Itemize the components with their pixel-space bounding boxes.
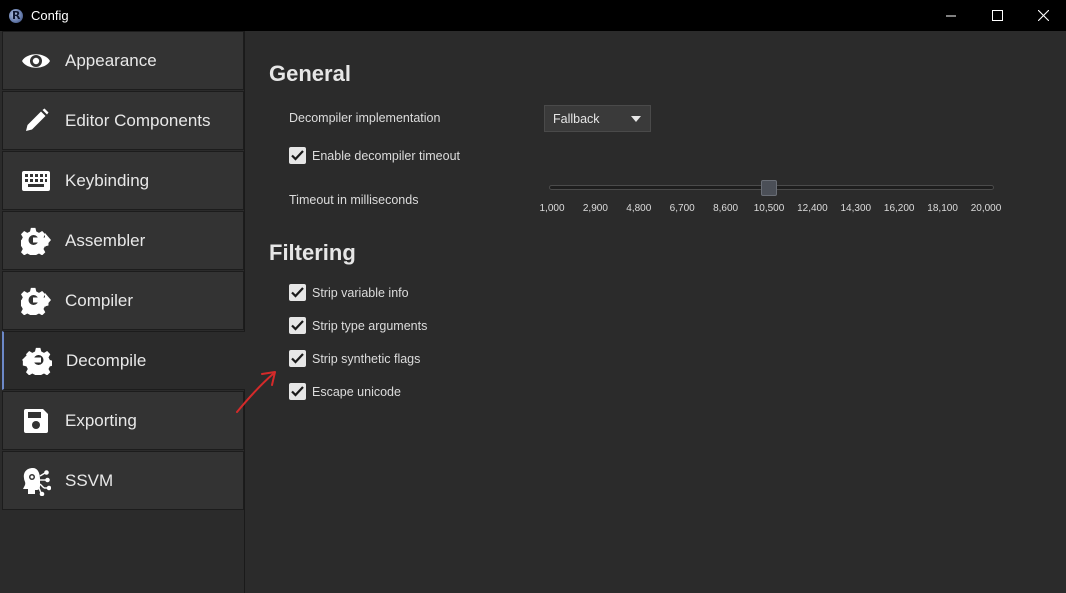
enable-timeout-checkbox-row[interactable]: Enable decompiler timeout (289, 147, 460, 164)
enable-timeout-checkbox[interactable] (289, 147, 306, 164)
minimize-icon (945, 15, 956, 17)
annotation-arrow-icon (236, 371, 276, 413)
decompiler-implementation-dropdown[interactable]: Fallback (544, 105, 651, 132)
minimize-button[interactable] (928, 0, 974, 31)
sidebar-item-label: SSVM (65, 470, 114, 490)
sidebar-item-assembler[interactable]: Assembler (2, 211, 244, 270)
sidebar-item-label: Assembler (65, 230, 146, 250)
checkmark-icon (291, 150, 304, 161)
timeout-slider-thumb[interactable] (761, 180, 777, 196)
checkmark-icon (291, 386, 304, 397)
sidebar-item-label: Exporting (65, 410, 137, 430)
sidebar-item-compiler[interactable]: Compiler (2, 271, 244, 330)
brain-circuit-icon (20, 465, 52, 497)
strip-variable-info-checkbox[interactable] (289, 284, 306, 301)
checkbox-label: Strip variable info (312, 285, 409, 300)
floppy-disk-icon (20, 405, 52, 437)
close-button[interactable] (1020, 0, 1066, 31)
strip-type-arguments-row[interactable]: Strip type arguments (289, 317, 427, 334)
gear-arrow-out-icon (20, 225, 52, 257)
gear-arrow-out-icon (20, 285, 52, 317)
checkmark-icon (291, 353, 304, 364)
keyboard-icon (20, 165, 52, 197)
eye-icon (20, 45, 52, 77)
checkbox-label: Escape unicode (312, 384, 401, 399)
window-title: Config (31, 8, 69, 23)
pencil-icon (20, 105, 52, 137)
slider-tick-label: 20,000 (970, 203, 1002, 214)
sidebar-item-label: Editor Components (65, 110, 211, 130)
gear-arrow-in-icon (21, 345, 53, 377)
title-bar: Config (0, 0, 1066, 31)
sidebar-item-exporting[interactable]: Exporting (2, 391, 244, 450)
sidebar-item-editor-components[interactable]: Editor Components (2, 91, 244, 150)
checkmark-icon (291, 320, 304, 331)
strip-variable-info-row[interactable]: Strip variable info (289, 284, 409, 301)
checkbox-label: Enable decompiler timeout (312, 148, 460, 163)
checkbox-label: Strip type arguments (312, 318, 428, 333)
app-logo-icon (9, 8, 23, 23)
sidebar-item-label: Keybinding (65, 170, 150, 190)
checkmark-icon (291, 287, 304, 298)
close-icon (1037, 10, 1049, 21)
sidebar-item-decompile[interactable]: Decompile (2, 331, 245, 390)
chevron-down-icon (631, 116, 641, 122)
maximize-icon (991, 10, 1003, 21)
sidebar-item-label: Compiler (65, 290, 134, 310)
section-title-general: General (269, 61, 351, 86)
window-controls (928, 0, 1066, 31)
sidebar-item-label: Decompile (66, 350, 147, 370)
sidebar: Appearance Editor Components Keybinding (0, 31, 245, 593)
sidebar-item-label: Appearance (65, 50, 157, 70)
decompiler-implementation-label: Decompiler implementation (289, 111, 441, 125)
sidebar-item-ssvm[interactable]: SSVM (2, 451, 244, 510)
checkbox-label: Strip synthetic flags (312, 351, 421, 366)
sidebar-item-keybinding[interactable]: Keybinding (2, 151, 244, 210)
dropdown-value: Fallback (553, 111, 600, 126)
sidebar-item-appearance[interactable]: Appearance (2, 31, 244, 90)
strip-type-arguments-checkbox[interactable] (289, 317, 306, 334)
escape-unicode-row[interactable]: Escape unicode (289, 383, 401, 400)
timeout-ms-label: Timeout in milliseconds (289, 193, 419, 207)
settings-panel: General Decompiler implementation Fallba… (245, 31, 1066, 593)
section-title-filtering: Filtering (269, 240, 356, 265)
strip-synthetic-flags-checkbox[interactable] (289, 350, 306, 367)
maximize-button[interactable] (974, 0, 1020, 31)
strip-synthetic-flags-row[interactable]: Strip synthetic flags (289, 350, 420, 367)
escape-unicode-checkbox[interactable] (289, 383, 306, 400)
